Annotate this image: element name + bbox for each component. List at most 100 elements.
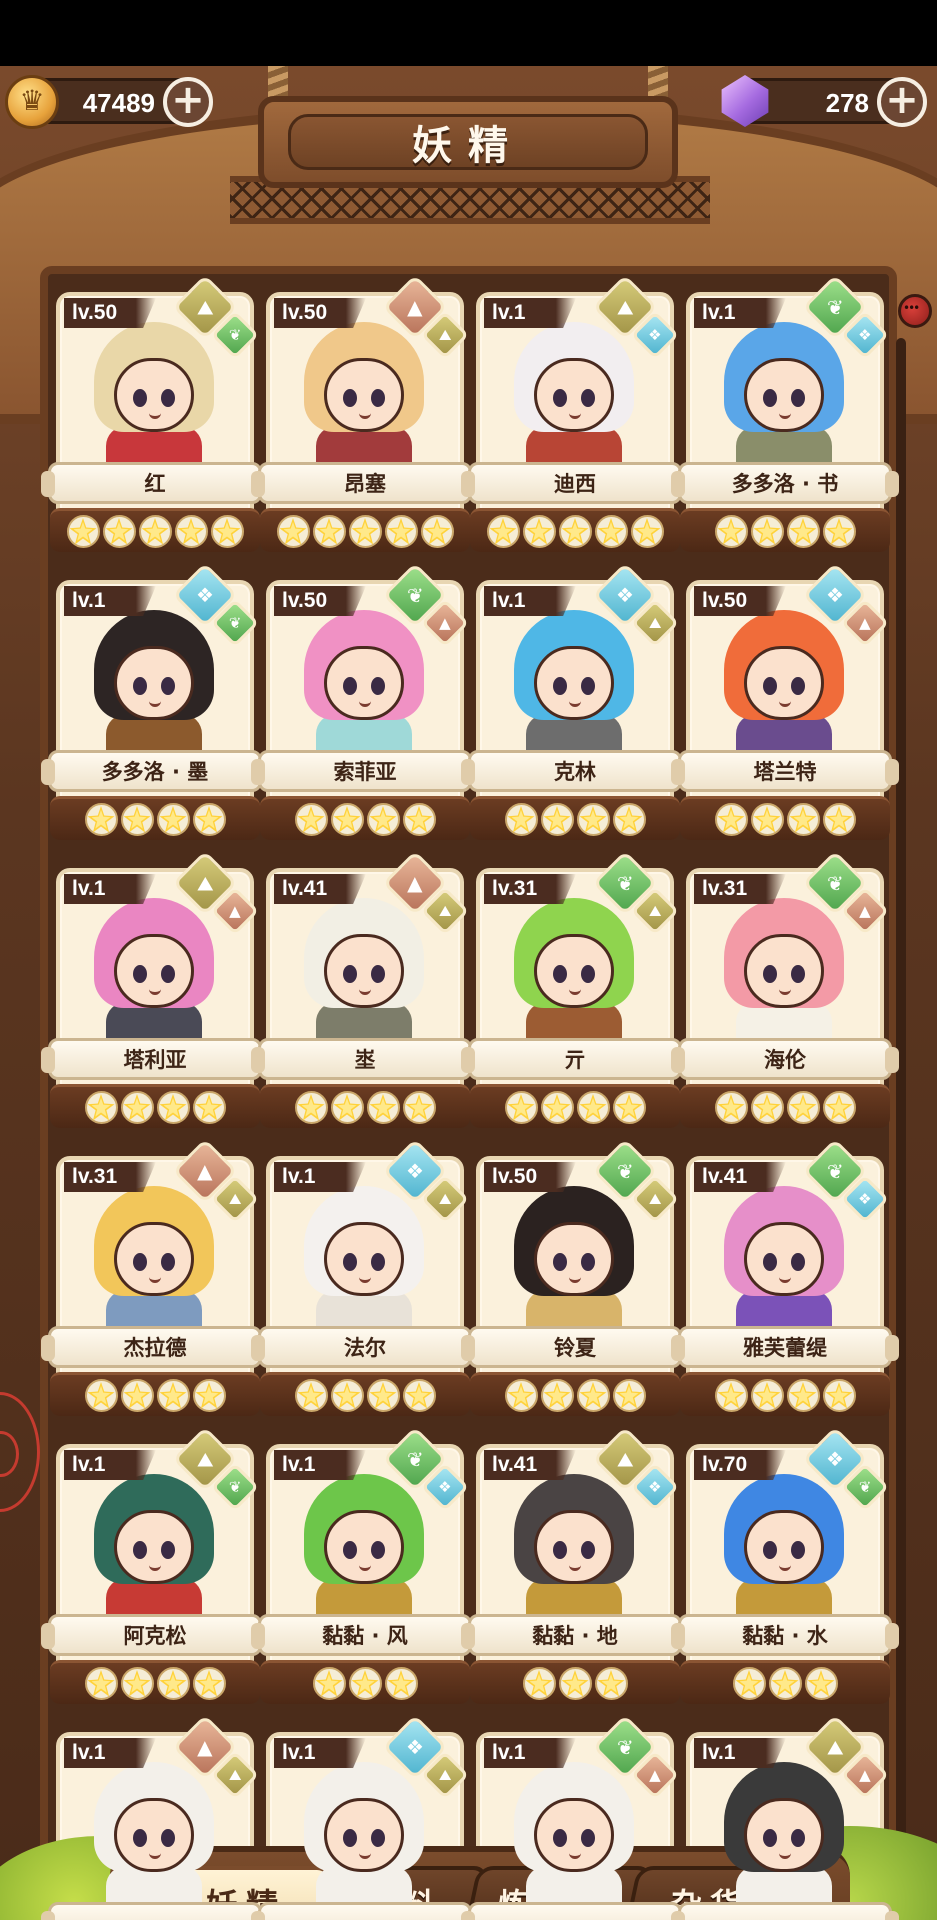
fairy-card[interactable]: lv.1 ❖ ❦ 多多洛 · 墨	[41, 562, 269, 844]
star-icon	[822, 1379, 856, 1412]
name-scroll: 阿克松	[41, 1614, 269, 1656]
star-rating	[470, 796, 680, 840]
name-scroll	[251, 1902, 479, 1920]
fairy-name: 索菲亚	[333, 760, 397, 784]
fairy-portrait	[504, 610, 644, 752]
fairy-portrait	[504, 1762, 644, 1904]
fairy-card[interactable]: lv.1 ⛰ ❦ 阿克松	[41, 1426, 269, 1708]
star-icon	[384, 1667, 418, 1700]
name-scroll: 雅芙蕾缇	[671, 1326, 899, 1368]
level-tag: lv.50	[484, 1162, 576, 1192]
add-gold-button[interactable]: +	[163, 77, 213, 127]
name-scroll	[671, 1902, 899, 1920]
fairy-card[interactable]: lv.41 ⛰ ❖ 黏黏 · 地	[461, 1426, 689, 1708]
name-scroll: 杰拉德	[41, 1326, 269, 1368]
star-icon	[786, 515, 820, 548]
fairy-name: 多多洛 · 书	[731, 472, 839, 496]
fairy-name: 克林	[554, 760, 596, 784]
fairy-portrait	[84, 322, 224, 464]
fairy-name: 塔兰特	[753, 760, 817, 784]
level-tag: lv.50	[64, 298, 156, 328]
star-icon	[594, 515, 628, 548]
fairy-portrait	[504, 322, 644, 464]
star-icon	[540, 1091, 574, 1124]
star-icon	[330, 1091, 364, 1124]
fairy-card[interactable]: lv.1 ❖ ⛰ 法尔	[251, 1138, 479, 1420]
fairy-card[interactable]: lv.50 ❦ ▲ 索菲亚	[251, 562, 479, 844]
star-icon	[120, 1379, 154, 1412]
page-title: 妖精	[412, 123, 524, 169]
star-icon	[768, 1667, 802, 1700]
fairy-portrait	[294, 610, 434, 752]
purple-gem-icon	[721, 75, 769, 127]
name-scroll: 黏黏 · 水	[671, 1614, 899, 1656]
fairy-card[interactable]: lv.50 ▲ ⛰ 昂塞	[251, 274, 479, 556]
fairy-portrait	[84, 1762, 224, 1904]
fairy-portrait	[294, 1186, 434, 1328]
star-rating	[680, 1660, 890, 1704]
level-tag: lv.41	[274, 874, 366, 904]
fairy-card[interactable]: lv.1 ❖ ⛰ 克林	[461, 562, 689, 844]
fairy-name: 阿克松	[123, 1624, 187, 1648]
level-tag: lv.1	[484, 586, 576, 616]
name-scroll: 红	[41, 462, 269, 504]
star-icon	[330, 803, 364, 836]
fairy-portrait	[714, 610, 854, 752]
name-scroll: 多多洛 · 墨	[41, 750, 269, 792]
star-icon	[156, 1379, 190, 1412]
star-icon	[84, 1667, 118, 1700]
fairy-card[interactable]: lv.31 ▲ ⛰ 杰拉德	[41, 1138, 269, 1420]
star-icon	[714, 515, 748, 548]
star-icon	[714, 1091, 748, 1124]
fairy-portrait	[84, 898, 224, 1040]
fairy-card[interactable]: lv.31 ❦ ⛰ 亓	[461, 850, 689, 1132]
fairy-card[interactable]: lv.50 ⛰ ❦ 红	[41, 274, 269, 556]
fairy-card[interactable]: lv.50 ❦ ⛰ 铃夏	[461, 1138, 689, 1420]
star-rating	[260, 1372, 470, 1416]
fairy-card[interactable]: lv.1 ❦ ❖ 多多洛 · 书	[671, 274, 899, 556]
side-swirl-button[interactable]	[0, 1392, 40, 1512]
star-icon	[102, 515, 136, 548]
fairy-screen: ♛ 47489 + 278 + 妖精 lv.50⛰❦红lv.50▲⛰昂塞lv.1…	[0, 66, 937, 1920]
name-scroll: 索菲亚	[251, 750, 479, 792]
star-icon	[786, 803, 820, 836]
star-icon	[576, 1091, 610, 1124]
add-gem-button[interactable]: +	[877, 77, 927, 127]
star-icon	[558, 1667, 592, 1700]
fairy-card[interactable]: lv.41 ❦ ❖ 雅芙蕾缇	[671, 1138, 899, 1420]
star-icon	[192, 803, 226, 836]
device-status-bar	[0, 0, 937, 66]
fairy-card[interactable]: lv.1 ⛰ ❖ 迪西	[461, 274, 689, 556]
star-icon	[750, 1379, 784, 1412]
star-icon	[120, 803, 154, 836]
fairy-card[interactable]: lv.1 ⛰ ▲ 塔利亚	[41, 850, 269, 1132]
fairy-card[interactable]: lv.50 ❖ ▲ 塔兰特	[671, 562, 899, 844]
star-icon	[786, 1379, 820, 1412]
star-icon	[402, 1379, 436, 1412]
star-icon	[84, 803, 118, 836]
name-scroll	[461, 1902, 689, 1920]
fairy-card[interactable]: lv.70 ❖ ❦ 黏黏 · 水	[671, 1426, 899, 1708]
star-icon	[612, 803, 646, 836]
level-tag: lv.1	[64, 586, 156, 616]
fairy-portrait	[294, 1474, 434, 1616]
fairy-portrait	[714, 322, 854, 464]
fairy-card[interactable]: lv.41 ▲ ⛰ 埊	[251, 850, 479, 1132]
star-icon	[786, 1091, 820, 1124]
level-tag: lv.50	[274, 586, 366, 616]
fairy-name: 海伦	[764, 1048, 806, 1072]
fairy-card[interactable]: lv.31 ❦ ▲ 海伦	[671, 850, 899, 1132]
fairy-name: 铃夏	[554, 1336, 596, 1360]
star-icon	[366, 803, 400, 836]
fairy-card[interactable]: lv.1 ❦ ❖ 黏黏 · 风	[251, 1426, 479, 1708]
fairy-name: 黏黏 · 水	[742, 1624, 828, 1648]
star-icon	[192, 1667, 226, 1700]
star-icon	[540, 803, 574, 836]
star-icon	[366, 1091, 400, 1124]
star-rating	[680, 1084, 890, 1128]
star-icon	[558, 515, 592, 548]
star-icon	[522, 1667, 556, 1700]
level-tag: lv.1	[694, 1738, 786, 1768]
scrollbar-track[interactable]	[896, 338, 906, 1838]
name-scroll: 昂塞	[251, 462, 479, 504]
